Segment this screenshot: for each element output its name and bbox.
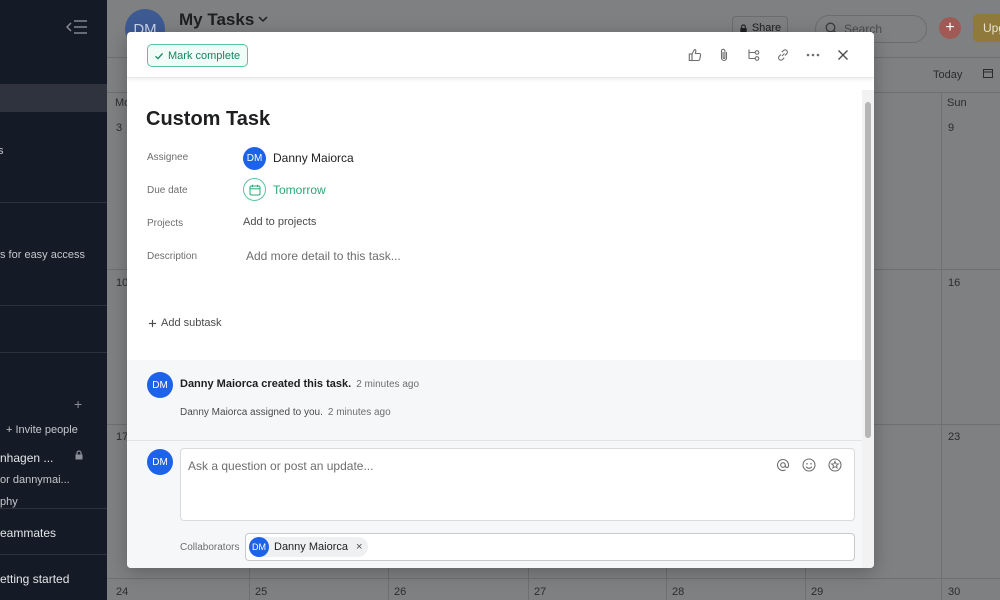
grid-line [528, 568, 529, 600]
sidebar-project-item[interactable]: or dannymai... [0, 474, 70, 486]
projects-label: Projects [147, 218, 184, 229]
sidebar-getting-started-item[interactable]: etting started [0, 572, 69, 586]
date-number: 3 [116, 122, 123, 134]
grid-line [107, 578, 1000, 579]
lock-icon [75, 450, 83, 460]
assignee-name[interactable]: Danny Maiorca [273, 151, 354, 165]
grid-line [805, 568, 806, 600]
plus-icon [148, 319, 157, 327]
more-icon[interactable] [803, 45, 823, 65]
emoji-icon[interactable] [801, 457, 817, 473]
check-icon [155, 52, 164, 60]
date-number: 23 [948, 431, 961, 443]
grid-line [388, 568, 389, 600]
mark-complete-button[interactable]: Mark complete [147, 44, 249, 67]
calendar-icon[interactable] [983, 68, 993, 78]
collaborators-label: Collaborators [180, 542, 240, 553]
mark-complete-label: Mark complete [168, 49, 241, 62]
calendar-icon [249, 184, 260, 195]
comment-input[interactable]: Ask a question or post an update... [180, 448, 855, 521]
due-date-button[interactable] [243, 178, 266, 201]
date-number: 24 [116, 586, 129, 598]
sidebar-divider [0, 305, 107, 306]
sidebar-add-icon[interactable]: + [74, 396, 82, 412]
weekday-label: Sun [947, 97, 967, 109]
sidebar-project-item[interactable]: phy [0, 496, 18, 508]
add-subtask-button[interactable]: Add subtask [148, 317, 222, 329]
due-date-value[interactable]: Tomorrow [273, 183, 326, 197]
upgrade-button[interactable]: Upg [973, 14, 1000, 42]
task-details: Custom Task Assignee DM Danny Maiorca Du… [127, 78, 862, 360]
date-number: 25 [255, 586, 268, 598]
activity-assigned-text: Danny Maiorca assigned to you. [180, 407, 323, 418]
sidebar-collapse-icon[interactable] [66, 18, 88, 36]
date-number: 16 [948, 277, 961, 289]
collaborator-chip[interactable]: DM Danny Maiorca × [249, 537, 369, 557]
grid-line [941, 93, 942, 600]
invite-people-link[interactable]: + Invite people [6, 424, 78, 436]
add-to-projects-button[interactable]: Add to projects [243, 216, 316, 228]
link-icon[interactable] [773, 45, 793, 65]
sidebar-teammates-item[interactable]: eammates [0, 526, 56, 540]
sidebar-item-active[interactable] [0, 84, 107, 112]
modal-header: Mark complete [127, 32, 874, 78]
activity-assigned: Danny Maiorca assigned to you. 2 minutes … [180, 407, 391, 418]
grid-line [249, 568, 250, 600]
sidebar: s s for easy access + + Invite people nh… [0, 0, 107, 600]
activity-created-text: Danny Maiorca created this task. [180, 378, 352, 390]
chevron-down-icon[interactable] [257, 13, 269, 25]
comment-placeholder: Ask a question or post an update... [188, 459, 374, 473]
description-input[interactable]: Add more detail to this task... [246, 249, 401, 263]
divider [127, 440, 862, 441]
collaborator-name: Danny Maiorca [274, 541, 348, 553]
sidebar-item-label[interactable]: s [0, 145, 4, 157]
avatar: DM [249, 537, 269, 557]
avatar[interactable]: DM [243, 147, 266, 170]
activity-created: Danny Maiorca created this task. 2 minute… [180, 378, 419, 390]
assignee-label: Assignee [147, 152, 189, 163]
sidebar-divider [0, 554, 107, 555]
sidebar-divider [0, 508, 107, 509]
date-number: 26 [394, 586, 407, 598]
collaborators-field[interactable]: DM Danny Maiorca × [245, 533, 855, 561]
due-date-label: Due date [147, 185, 188, 196]
close-icon[interactable] [833, 45, 853, 65]
add-subtask-label: Add subtask [161, 317, 222, 329]
date-number: 9 [948, 122, 955, 134]
date-number: 27 [534, 586, 547, 598]
page-title: My Tasks [179, 10, 255, 29]
date-number: 28 [672, 586, 685, 598]
date-number: 29 [811, 586, 824, 598]
remove-collaborator-icon[interactable]: × [356, 541, 362, 553]
date-number: 30 [948, 586, 961, 598]
quick-add-button[interactable]: + [939, 17, 961, 39]
grid-line [666, 568, 667, 600]
star-icon[interactable] [827, 457, 843, 473]
description-label: Description [147, 251, 198, 262]
activity-created-time: 2 minutes ago [356, 379, 420, 390]
activity-assigned-time: 2 minutes ago [327, 407, 391, 418]
mention-icon[interactable] [775, 457, 791, 473]
avatar[interactable]: DM [147, 449, 173, 475]
today-button[interactable]: Today [933, 69, 962, 81]
sidebar-team-item[interactable]: nhagen ... [0, 451, 53, 465]
thumbs-up-icon[interactable] [685, 45, 705, 65]
scrollbar-thumb[interactable] [865, 102, 871, 438]
paperclip-icon[interactable] [714, 45, 734, 65]
sidebar-divider [0, 202, 107, 203]
sidebar-divider [0, 352, 107, 353]
activity-feed: DM Danny Maiorca created this task. 2 min… [127, 360, 862, 568]
task-title[interactable]: Custom Task [146, 108, 270, 131]
avatar[interactable]: DM [147, 372, 173, 398]
subtasks-icon[interactable] [743, 45, 763, 65]
task-detail-modal: Mark complete Custom Task Assignee DM Da… [127, 32, 874, 568]
sidebar-favorites-hint: s for easy access [0, 249, 85, 261]
